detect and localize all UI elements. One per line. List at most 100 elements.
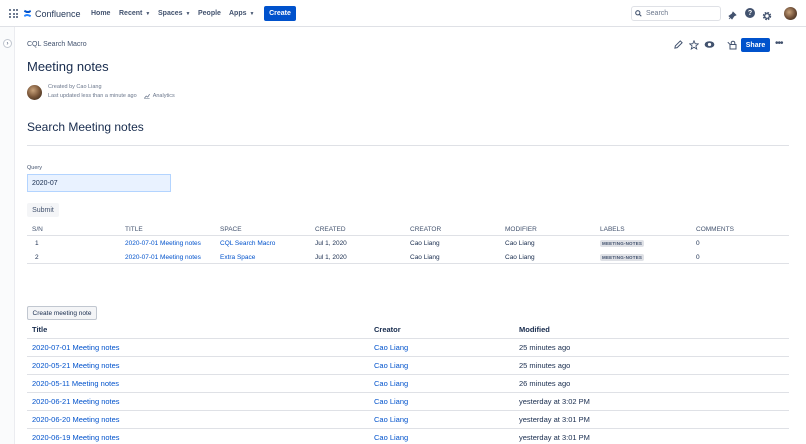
table-row: 2020-05-11 Meeting notes Cao Liang 26 mi… — [27, 375, 789, 393]
nav-people[interactable]: People — [198, 0, 221, 27]
share-button[interactable]: Share — [741, 38, 770, 52]
result-modifier: Cao Liang — [505, 239, 535, 247]
top-navigation: Confluence Home Recent ▼ Spaces ▼ People A… — [0, 0, 806, 27]
result-created: Jul 1, 2020 — [315, 239, 347, 247]
query-label: Query — [27, 165, 42, 171]
column-header: CREATOR — [410, 225, 442, 233]
nav-home[interactable]: Home — [91, 0, 110, 27]
result-creator: Cao Liang — [410, 253, 440, 261]
row-number: 2 — [35, 253, 39, 261]
table-row: 2 2020-07-01 Meeting notes Extra Space J… — [27, 250, 789, 264]
meeting-note-link[interactable]: 2020-05-21 Meeting notes — [32, 357, 120, 374]
query-input[interactable]: 2020-07 — [27, 174, 171, 192]
result-modifier: Cao Liang — [505, 253, 535, 261]
table-row: 2020-06-19 Meeting notes Cao Liang yeste… — [27, 429, 789, 444]
modified-time: yesterday at 3:01 PM — [519, 433, 590, 442]
result-space-link[interactable]: Extra Space — [220, 250, 255, 264]
settings-icon[interactable] — [762, 8, 772, 21]
result-space-link[interactable]: CQL Search Macro — [220, 236, 275, 250]
label-lozenge[interactable]: MEETING-NOTES — [600, 250, 645, 264]
nav-recent[interactable]: Recent ▼ — [119, 0, 150, 27]
restrictions-icon[interactable] — [726, 39, 737, 50]
column-header[interactable]: Modified — [519, 320, 550, 338]
chevron-down-icon: ▼ — [145, 10, 151, 17]
label-lozenge[interactable]: MEETING-NOTES — [600, 236, 645, 250]
column-header: S/N — [32, 225, 43, 233]
help-icon[interactable]: ? — [745, 8, 755, 18]
column-header: TITLE — [125, 225, 143, 233]
edit-icon[interactable] — [673, 39, 684, 50]
table-row: 1 2020-07-01 Meeting notes CQL Search Ma… — [27, 236, 789, 250]
modified-time: 26 minutes ago — [519, 379, 571, 388]
meeting-note-link[interactable]: 2020-06-19 Meeting notes — [32, 429, 120, 444]
meeting-note-link[interactable]: 2020-06-20 Meeting notes — [32, 411, 120, 428]
notifications-icon[interactable] — [727, 8, 737, 20]
nav-apps[interactable]: Apps ▼ — [229, 0, 254, 27]
column-header: CREATED — [315, 225, 346, 233]
column-header[interactable]: Creator — [374, 320, 401, 338]
result-title-link[interactable]: 2020-07-01 Meeting notes — [125, 250, 201, 264]
watch-icon[interactable] — [704, 39, 715, 50]
analytics-link[interactable]: Analytics — [153, 93, 175, 99]
author-avatar[interactable] — [27, 85, 42, 100]
product-name: Confluence — [35, 8, 81, 19]
creator-link[interactable]: Cao Liang — [374, 429, 408, 444]
chevron-right-icon: › — [6, 40, 9, 47]
column-header: MODIFIER — [505, 225, 537, 233]
chevron-down-icon: ▼ — [249, 10, 255, 17]
result-creator: Cao Liang — [410, 239, 440, 247]
analytics-icon — [143, 93, 150, 99]
modified-time: yesterday at 3:02 PM — [519, 397, 590, 406]
chevron-down-icon: ▼ — [185, 10, 191, 17]
create-meeting-note-button[interactable]: Create meeting note — [27, 306, 97, 320]
meeting-note-link[interactable]: 2020-07-01 Meeting notes — [32, 339, 120, 356]
confluence-logo-icon — [23, 9, 32, 18]
search-input[interactable]: Search — [631, 6, 721, 21]
table-row: 2020-06-21 Meeting notes Cao Liang yeste… — [27, 393, 789, 411]
nav-spaces[interactable]: Spaces ▼ — [158, 0, 190, 27]
creator-link[interactable]: Cao Liang — [374, 411, 408, 428]
creator-link[interactable]: Cao Liang — [374, 375, 408, 392]
page-byline: Last updated less than a minute ago Anal… — [48, 93, 175, 99]
table-row: 2020-05-21 Meeting notes Cao Liang 25 mi… — [27, 357, 789, 375]
creator-link[interactable]: Cao Liang — [374, 393, 408, 410]
meeting-notes-table: Title Creator Modified 2020-07-01 Meetin… — [27, 320, 789, 444]
column-header: SPACE — [220, 225, 242, 233]
creator-link[interactable]: Cao Liang — [374, 357, 408, 374]
last-updated: Last updated less than a minute ago — [48, 93, 137, 99]
row-number: 1 — [35, 239, 39, 247]
table-header-row: S/N TITLE SPACE CREATED CREATOR MODIFIER… — [27, 222, 789, 236]
search-icon — [635, 10, 642, 17]
confluence-logo[interactable]: Confluence — [23, 0, 81, 27]
table-header-row: Title Creator Modified — [27, 320, 789, 339]
avatar[interactable] — [784, 7, 797, 20]
search-placeholder: Search — [646, 10, 669, 17]
star-icon[interactable] — [688, 39, 699, 50]
column-header[interactable]: Title — [32, 320, 47, 338]
more-actions-icon[interactable]: ••• — [775, 38, 783, 49]
column-header: COMMENTS — [696, 225, 734, 233]
modified-time: 25 minutes ago — [519, 361, 571, 370]
meeting-note-link[interactable]: 2020-06-21 Meeting notes — [32, 393, 120, 410]
result-title-link[interactable]: 2020-07-01 Meeting notes — [125, 236, 201, 250]
created-by: Created by Cao Liang — [48, 84, 102, 90]
meeting-note-link[interactable]: 2020-05-11 Meeting notes — [32, 375, 119, 392]
expand-sidebar-button[interactable]: › — [3, 39, 12, 48]
app-switcher-icon[interactable] — [9, 9, 18, 18]
column-header: LABELS — [600, 225, 625, 233]
submit-button[interactable]: Submit — [27, 203, 59, 217]
breadcrumb[interactable]: CQL Search Macro — [27, 41, 87, 48]
modified-time: yesterday at 3:01 PM — [519, 415, 590, 424]
table-row: 2020-06-20 Meeting notes Cao Liang yeste… — [27, 411, 789, 429]
result-comments: 0 — [696, 253, 700, 261]
table-row: 2020-07-01 Meeting notes Cao Liang 25 mi… — [27, 339, 789, 357]
results-table: S/N TITLE SPACE CREATED CREATOR MODIFIER… — [27, 222, 789, 264]
result-created: Jul 1, 2020 — [315, 253, 347, 261]
divider — [27, 145, 789, 146]
search-heading: Search Meeting notes — [27, 120, 144, 134]
result-comments: 0 — [696, 239, 700, 247]
creator-link[interactable]: Cao Liang — [374, 339, 408, 356]
page-title: Meeting notes — [27, 59, 109, 74]
modified-time: 25 minutes ago — [519, 343, 571, 352]
create-button[interactable]: Create — [264, 6, 296, 21]
